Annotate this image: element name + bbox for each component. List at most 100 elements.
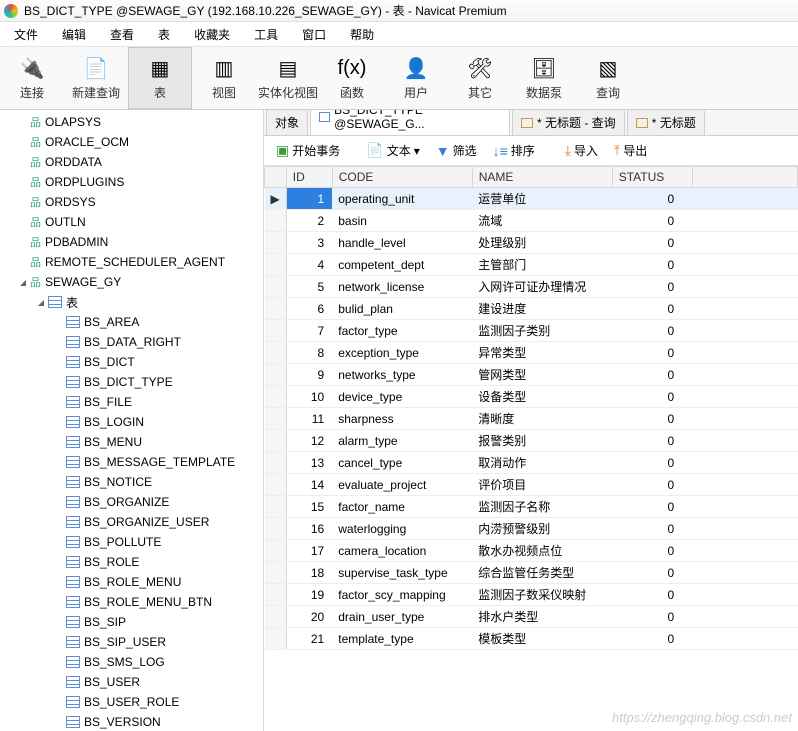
cell-code[interactable]: sharpness [332,408,472,430]
cell-id[interactable]: 15 [286,496,332,518]
cell-name[interactable]: 异常类型 [472,342,612,364]
table-BS_ROLE_MENU[interactable]: BS_ROLE_MENU [0,572,263,592]
begin-transaction-button[interactable]: ▣开始事务 [270,139,346,162]
cell-code[interactable]: basin [332,210,472,232]
cell-code[interactable]: waterlogging [332,518,472,540]
menu-3[interactable]: 表 [148,24,180,45]
cell-name[interactable]: 取消动作 [472,452,612,474]
schema-OLAPSYS[interactable]: 品OLAPSYS [0,112,263,132]
table-BS_ORGANIZE[interactable]: BS_ORGANIZE [0,492,263,512]
schema-ORDDATA[interactable]: 品ORDDATA [0,152,263,172]
cell-name[interactable]: 模板类型 [472,628,612,650]
cell-code[interactable]: networks_type [332,364,472,386]
cell-status[interactable]: 0 [612,474,692,496]
cell-id[interactable]: 21 [286,628,332,650]
cell-name[interactable]: 清晰度 [472,408,612,430]
table-row[interactable]: 14evaluate_project评价项目0 [265,474,798,496]
cell-status[interactable]: 0 [612,496,692,518]
col-ID[interactable]: ID [286,167,332,188]
cell-name[interactable]: 流域 [472,210,612,232]
tool-新建查询[interactable]: 📄新建查询 [64,47,128,109]
table-BS_AREA[interactable]: BS_AREA [0,312,263,332]
cell-name[interactable]: 运营单位 [472,188,612,210]
table-row[interactable]: 9networks_type管网类型0 [265,364,798,386]
cell-name[interactable]: 管网类型 [472,364,612,386]
cell-status[interactable]: 0 [612,408,692,430]
table-row[interactable]: 19factor_scy_mapping监测因子数采仪映射0 [265,584,798,606]
table-BS_NOTICE[interactable]: BS_NOTICE [0,472,263,492]
table-BS_SIP[interactable]: BS_SIP [0,612,263,632]
tab-2[interactable]: * 无标题 - 查询 [512,110,625,135]
cell-code[interactable]: operating_unit [332,188,472,210]
table-row[interactable]: 11sharpness清晰度0 [265,408,798,430]
table-BS_ROLE[interactable]: BS_ROLE [0,552,263,572]
schema-ORACLE_OCM[interactable]: 品ORACLE_OCM [0,132,263,152]
cell-status[interactable]: 0 [612,606,692,628]
cell-code[interactable]: supervise_task_type [332,562,472,584]
table-BS_MENU[interactable]: BS_MENU [0,432,263,452]
cell-code[interactable]: factor_scy_mapping [332,584,472,606]
cell-code[interactable]: competent_dept [332,254,472,276]
cell-id[interactable]: 17 [286,540,332,562]
cell-name[interactable]: 监测因子类别 [472,320,612,342]
cell-id[interactable]: 10 [286,386,332,408]
table-BS_SMS_LOG[interactable]: BS_SMS_LOG [0,652,263,672]
cell-status[interactable]: 0 [612,584,692,606]
table-row[interactable]: 16waterlogging内涝预警级别0 [265,518,798,540]
table-BS_FILE[interactable]: BS_FILE [0,392,263,412]
tool-实体化视图[interactable]: ▤实体化视图 [256,47,320,109]
cell-status[interactable]: 0 [612,364,692,386]
table-BS_ORGANIZE_USER[interactable]: BS_ORGANIZE_USER [0,512,263,532]
cell-name[interactable]: 内涝预警级别 [472,518,612,540]
filter-button[interactable]: ▼筛选 [430,139,483,162]
cell-code[interactable]: bulid_plan [332,298,472,320]
cell-code[interactable]: evaluate_project [332,474,472,496]
export-button[interactable]: ⤒导出 [608,139,653,162]
cell-status[interactable]: 0 [612,386,692,408]
cell-id[interactable]: 19 [286,584,332,606]
cell-name[interactable]: 排水户类型 [472,606,612,628]
table-BS_POLLUTE[interactable]: BS_POLLUTE [0,532,263,552]
table-BS_MESSAGE_TEMPLATE[interactable]: BS_MESSAGE_TEMPLATE [0,452,263,472]
tool-数据泵[interactable]: 🗄数据泵 [512,47,576,109]
table-row[interactable]: 4competent_dept主管部门0 [265,254,798,276]
cell-status[interactable]: 0 [612,188,692,210]
table-row[interactable]: 20drain_user_type排水户类型0 [265,606,798,628]
col-STATUS[interactable]: STATUS [612,167,692,188]
table-row[interactable]: 7factor_type监测因子类别0 [265,320,798,342]
table-row[interactable]: ▶1operating_unit运营单位0 [265,188,798,210]
cell-code[interactable]: device_type [332,386,472,408]
table-row[interactable]: 13cancel_type取消动作0 [265,452,798,474]
cell-id[interactable]: 4 [286,254,332,276]
sort-button[interactable]: ↓≡排序 [487,139,541,162]
menu-2[interactable]: 查看 [100,24,144,45]
cell-status[interactable]: 0 [612,298,692,320]
cell-status[interactable]: 0 [612,518,692,540]
table-BS_USER_ROLE[interactable]: BS_USER_ROLE [0,692,263,712]
table-BS_VERSION[interactable]: BS_VERSION [0,712,263,731]
expand-icon[interactable]: ◢ [34,298,48,307]
cell-status[interactable]: 0 [612,342,692,364]
cell-name[interactable]: 入网许可证办理情况 [472,276,612,298]
schema-REMOTE_SCHEDULER_AGENT[interactable]: 品REMOTE_SCHEDULER_AGENT [0,252,263,272]
cell-id[interactable]: 6 [286,298,332,320]
cell-name[interactable]: 散水办视频点位 [472,540,612,562]
schema-ORDSYS[interactable]: 品ORDSYS [0,192,263,212]
cell-name[interactable]: 评价项目 [472,474,612,496]
tool-连接[interactable]: 🔌连接 [0,47,64,109]
expand-icon[interactable]: ◢ [16,278,30,287]
table-row[interactable]: 5network_license入网许可证办理情况0 [265,276,798,298]
folder-tables[interactable]: ◢表 [0,292,263,312]
cell-name[interactable]: 设备类型 [472,386,612,408]
cell-status[interactable]: 0 [612,540,692,562]
cell-code[interactable]: camera_location [332,540,472,562]
cell-code[interactable]: network_license [332,276,472,298]
cell-code[interactable]: drain_user_type [332,606,472,628]
cell-id[interactable]: 11 [286,408,332,430]
table-row[interactable]: 15factor_name监测因子名称0 [265,496,798,518]
cell-id[interactable]: 9 [286,364,332,386]
menu-6[interactable]: 窗口 [292,24,336,45]
cell-id[interactable]: 20 [286,606,332,628]
table-BS_DICT_TYPE[interactable]: BS_DICT_TYPE [0,372,263,392]
table-row[interactable]: 10device_type设备类型0 [265,386,798,408]
